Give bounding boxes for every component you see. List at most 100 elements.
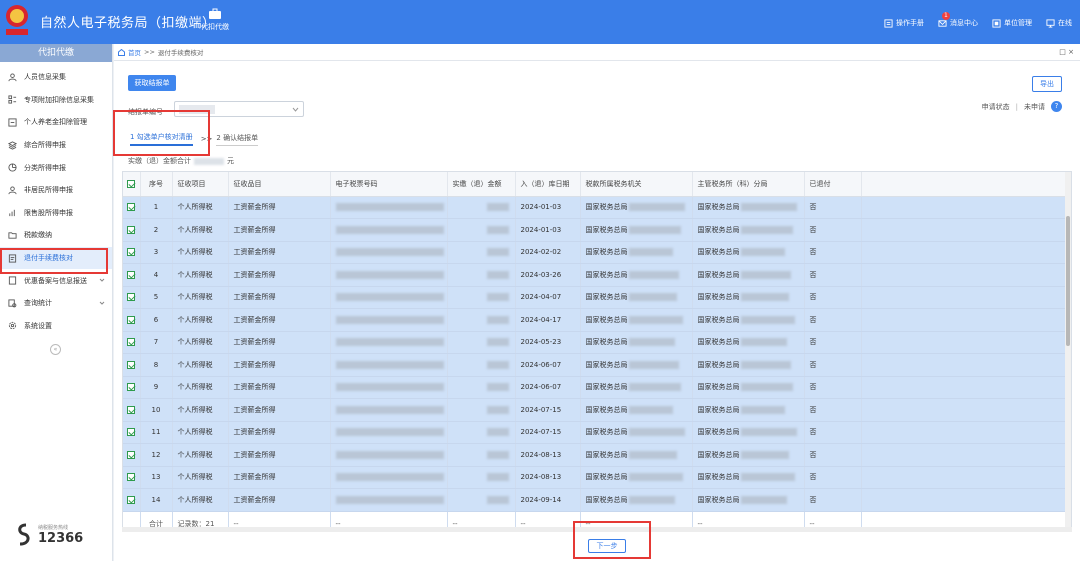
fetch-settlement-button[interactable]: 获取结报单 — [128, 75, 176, 91]
row-checkbox[interactable] — [127, 338, 136, 347]
row-collection-subitem-text: 工资薪金所得 — [233, 225, 276, 234]
ticket-no-redacted — [335, 495, 444, 504]
row-checkbox[interactable] — [127, 248, 136, 257]
amount-redacted — [486, 450, 509, 459]
row-checkbox[interactable] — [127, 225, 136, 234]
select-all-checkbox[interactable] — [127, 179, 136, 188]
row-collection-item: 个人所得税 — [172, 196, 229, 219]
sidebar-item-pension[interactable]: 个人养老金扣除管理 — [0, 111, 112, 134]
row-filler — [861, 286, 1071, 309]
table-row[interactable]: 11 个人所得税 工资薪金所得 2024-07-15 国家税务总局 国家税务总局 否 — [123, 421, 1071, 444]
table-row[interactable]: 2 个人所得税 工资薪金所得 2024-01-03 国家税务总局 国家税务总局 否 — [123, 218, 1071, 242]
chevron-down-icon — [99, 301, 105, 305]
ticket-no-redacted — [335, 405, 444, 414]
amount-total-label: 实缴（退）金额合计 — [128, 157, 191, 165]
row-collection-subitem-text: 工资薪金所得 — [233, 450, 276, 459]
row-amount — [447, 466, 516, 489]
sidebar-item-settings[interactable]: 系统设置 — [0, 315, 112, 338]
row-amount — [447, 353, 516, 377]
row-checkbox[interactable] — [127, 405, 136, 414]
row-checkbox[interactable] — [127, 450, 136, 459]
proxy-withholding-button[interactable]: 代扣代缴 — [198, 8, 232, 32]
message-center-link[interactable]: 1 消息中心 — [938, 12, 978, 28]
export-button[interactable]: 导出 — [1032, 76, 1062, 92]
vertical-scrollbar[interactable] — [1065, 172, 1071, 530]
horizontal-scrollbar[interactable] — [122, 527, 1072, 532]
row-select-cell — [123, 218, 141, 242]
row-checkbox[interactable] — [127, 473, 136, 482]
sidebar-item-classified[interactable]: 分类所得申报 — [0, 156, 112, 179]
row-checkbox[interactable] — [127, 383, 136, 392]
row-checkbox[interactable] — [127, 270, 136, 279]
table-row[interactable]: 4 个人所得税 工资薪金所得 2024-03-26 国家税务总局 国家税务总局 否 — [123, 263, 1071, 287]
table-row[interactable]: 7 个人所得税 工资薪金所得 2024-05-23 国家税务总局 国家税务总局 否 — [123, 331, 1071, 354]
row-collection-item-text: 个人所得税 — [177, 360, 213, 369]
sidebar-item-special-deduction[interactable]: 专项附加扣除信息采集 — [0, 89, 112, 112]
tab-step-confirm[interactable]: 2 确认结报单 — [216, 133, 259, 146]
row-filler — [861, 398, 1071, 422]
sidebar-item-comprehensive[interactable]: 综合所得申报 — [0, 134, 112, 157]
table-row[interactable]: 9 个人所得税 工资薪金所得 2024-06-07 国家税务总局 国家税务总局 否 — [123, 376, 1071, 399]
row-no-text: 2 — [153, 225, 159, 234]
row-collection-subitem: 工资薪金所得 — [228, 398, 331, 422]
sidebar-item-query[interactable]: 查询统计 — [0, 292, 112, 315]
row-collection-item: 个人所得税 — [172, 398, 229, 422]
row-checkbox[interactable] — [127, 203, 136, 212]
select-all-cell[interactable] — [123, 172, 141, 197]
gear-icon — [8, 322, 17, 330]
sidebar-item-tax-payment[interactable]: 税款缴纳 — [0, 224, 112, 247]
row-checkbox[interactable] — [127, 360, 136, 369]
row-checkbox[interactable] — [127, 293, 136, 302]
row-filler — [861, 421, 1071, 444]
sidebar-item-nonresident[interactable]: 非居民所得申报 — [0, 179, 112, 202]
sidebar-item-fee-refund-check[interactable]: 退付手续费核对 — [0, 246, 112, 270]
sidebar-collapse-button[interactable]: « — [50, 344, 61, 355]
table-row[interactable]: 5 个人所得税 工资薪金所得 2024-04-07 国家税务总局 国家税务总局 否 — [123, 286, 1071, 309]
table-row[interactable]: 14 个人所得税 工资薪金所得 2024-09-14 国家税务总局 国家税务总局 否 — [123, 488, 1071, 512]
row-collection-item: 个人所得税 — [172, 488, 229, 512]
row-checkbox[interactable] — [127, 428, 136, 437]
sidebar-item-restricted-stock[interactable]: 限售股所得申报 — [0, 202, 112, 225]
row-refunded: 否 — [804, 196, 862, 219]
report-no-select[interactable] — [174, 101, 304, 117]
row-tax-authority: 国家税务总局 — [580, 241, 693, 264]
row-refunded-text: 否 — [809, 338, 817, 347]
table-row[interactable]: 8 个人所得税 工资薪金所得 2024-06-07 国家税务总局 国家税务总局 否 — [123, 353, 1071, 377]
row-checkbox[interactable] — [127, 495, 136, 504]
sidebar-item-label: 非居民所得申报 — [24, 186, 73, 195]
office-name-redacted — [628, 203, 685, 212]
row-refunded: 否 — [804, 286, 862, 309]
table-row[interactable]: 10 个人所得税 工资薪金所得 2024-07-15 国家税务总局 国家税务总局 否 — [123, 398, 1071, 422]
office-name-redacted — [740, 428, 797, 437]
sidebar-item-personnel[interactable]: 人员信息采集 — [0, 66, 112, 89]
tab-window-controls[interactable]: □ × — [1059, 48, 1074, 56]
report-no-value-redacted — [179, 105, 215, 114]
tab-step-select-list[interactable]: 1 勾选单户核对清册 — [130, 132, 193, 146]
app-title: 自然人电子税务局（扣缴端） — [40, 16, 216, 31]
breadcrumb-home[interactable]: 首页 — [128, 47, 141, 57]
row-date-text: 2024-08-13 — [520, 450, 562, 459]
help-icon[interactable]: ? — [1051, 101, 1062, 112]
scrollbar-thumb[interactable] — [1066, 216, 1070, 346]
sidebar-item-label: 查询统计 — [24, 299, 52, 308]
row-date: 2024-08-13 — [515, 466, 581, 489]
table-row[interactable]: 13 个人所得税 工资薪金所得 2024-08-13 国家税务总局 国家税务总局 否 — [123, 466, 1071, 489]
table-row[interactable]: 3 个人所得税 工资薪金所得 2024-02-02 国家税务总局 国家税务总局 否 — [123, 241, 1071, 264]
table-row[interactable]: 12 个人所得税 工资薪金所得 2024-08-13 国家税务总局 国家税务总局 否 — [123, 443, 1071, 467]
sidebar-item-preferential[interactable]: 优惠备案与信息报送 — [0, 269, 112, 292]
row-tax-office: 国家税务总局 — [692, 263, 805, 287]
stock-icon — [9, 210, 15, 217]
row-tax-office-text: 国家税务总局 — [697, 315, 740, 324]
manual-link[interactable]: 操作手册 — [884, 18, 924, 28]
row-refunded: 否 — [804, 443, 862, 467]
row-tax-authority-text: 国家税务总局 — [585, 383, 628, 392]
row-date: 2024-09-14 — [515, 488, 581, 512]
table-row[interactable]: 1 个人所得税 工资薪金所得 2024-01-03 国家税务总局 国家税务总局 否 — [123, 196, 1071, 219]
row-checkbox[interactable] — [127, 315, 136, 324]
row-date: 2024-04-07 — [515, 286, 581, 309]
table-row[interactable]: 6 个人所得税 工资薪金所得 2024-04-17 国家税务总局 国家税务总局 否 — [123, 308, 1071, 332]
next-step-button[interactable]: 下一步 — [588, 539, 626, 553]
row-tax-office-text: 国家税务总局 — [697, 360, 740, 369]
online-status[interactable]: 在线 — [1046, 18, 1072, 28]
org-management-link[interactable]: 单位管理 — [992, 18, 1032, 28]
